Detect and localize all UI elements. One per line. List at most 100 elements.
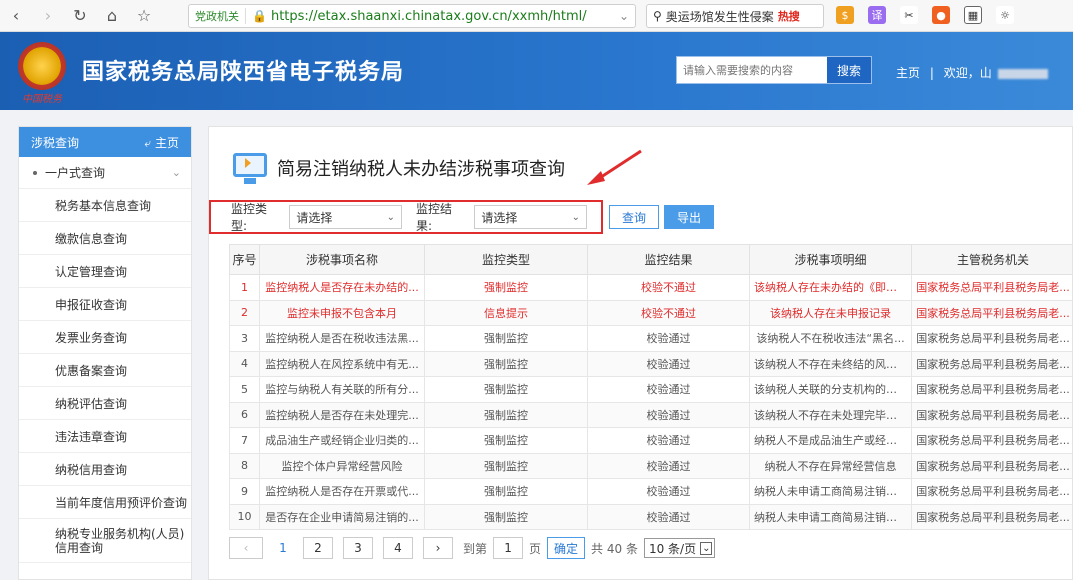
table-cell: 监控纳税人是否存在未处理完...	[259, 401, 425, 428]
page-size-select[interactable]: 10 条/页 ⌄	[643, 538, 716, 558]
table-row[interactable]: 4 监控纳税人在风控系统中有无... 强制监控 校验通过 该纳税人不存在未终结的风险..…	[229, 350, 1072, 377]
page-unit-label: 页	[529, 541, 542, 556]
sidebar-item[interactable]: 违法违章查询	[19, 420, 191, 453]
sidebar-item[interactable]: 纳税专业服务机构(人员)信用查询	[19, 519, 191, 563]
page-number-button[interactable]: 2	[303, 537, 333, 559]
dropdown-icon[interactable]: ⌄	[619, 9, 629, 23]
page-number-button[interactable]: 4	[383, 537, 413, 559]
monitor-type-select[interactable]: 请选择 ⌄	[289, 205, 402, 229]
table-cell: 8	[229, 452, 260, 479]
column-header: 涉税事项明细	[749, 244, 912, 275]
table-row[interactable]: 5 监控与纳税人有关联的所有分... 强制监控 校验通过 该纳税人关联的分支机构的登..…	[229, 376, 1072, 403]
page-number-button[interactable]: 1	[273, 537, 293, 559]
table-cell: 2	[229, 299, 260, 326]
refresh-icon[interactable]: ↻	[64, 0, 96, 32]
table-cell: 国家税务总局平利县税务局老...	[911, 478, 1072, 505]
table-cell: 校验通过	[587, 325, 750, 352]
table-row[interactable]: 7 成品油生产或经销企业归类的... 强制监控 校验通过 纳税人不是成品油生产或经销..…	[229, 427, 1072, 454]
welcome-text: 欢迎，山	[943, 66, 992, 80]
translate-extension-icon[interactable]: 译	[868, 6, 886, 24]
site-header: 中国税务 国家税务总局陕西省电子税务局 搜索 主页 | 欢迎，山	[0, 32, 1073, 110]
site-search-input[interactable]	[677, 57, 827, 83]
table-cell: 该纳税人存在未办结的《即办...	[749, 274, 912, 301]
table-cell: 1	[229, 274, 260, 301]
goto-label: 到第	[463, 541, 488, 556]
goto-page-input[interactable]: 1	[493, 537, 524, 559]
brightness-icon[interactable]: ☼	[996, 6, 1014, 24]
chevron-down-icon: ⌄	[171, 166, 181, 179]
table-cell: 成品油生产或经销企业归类的...	[259, 427, 425, 454]
address-bar[interactable]: 党政机关 🔒 https://etax.shaanxi.chinatax.gov…	[188, 4, 636, 28]
page-heading: 简易注销纳税人未办结涉税事项查询	[231, 151, 565, 185]
back-arrow-icon: ⤶	[144, 135, 152, 150]
table-cell: 5	[229, 376, 260, 403]
site-search-button[interactable]: 搜索	[827, 57, 871, 83]
monitor-icon	[231, 151, 269, 185]
table-cell: 纳税人未申请工商简易注销，...	[749, 503, 912, 530]
sidebar-item[interactable]: 发票业务查询	[19, 321, 191, 354]
site-title: 国家税务总局陕西省电子税务局	[82, 60, 405, 85]
home-link[interactable]: 主页	[896, 66, 920, 80]
grid-apps-icon[interactable]: ▦	[964, 6, 982, 24]
column-header: 监控结果	[587, 244, 750, 275]
page-number-button[interactable]: 3	[343, 537, 373, 559]
table-cell: 强制监控	[424, 274, 588, 301]
table-cell: 监控纳税人在风控系统中有无...	[259, 350, 425, 377]
table-body: 1 监控纳税人是否存在未办结的... 强制监控 校验不通过 该纳税人存在未办结的《即办.…	[229, 274, 1072, 530]
page-title: 简易注销纳税人未办结涉税事项查询	[277, 159, 565, 180]
table-cell: 国家税务总局平利县税务局老...	[911, 376, 1072, 403]
browser-search-box[interactable]: ⚲ 奥运场馆发生性侵案 热搜	[646, 4, 824, 28]
column-header: 主管税务机关	[911, 244, 1072, 275]
table-row[interactable]: 8 监控个体户异常经营风险 强制监控 校验通过 纳税人不存在异常经营信息 国家税务总局平利…	[229, 452, 1072, 479]
table-cell: 强制监控	[424, 325, 588, 352]
table-row[interactable]: 2 监控未申报不包含本月 信息提示 校验不通过 该纳税人存在未申报记录 国家税务总局平利县…	[229, 299, 1072, 326]
table-cell: 监控纳税人是否存在未办结的...	[259, 274, 425, 301]
lock-icon: 🔒	[252, 9, 267, 23]
table-cell: 强制监控	[424, 478, 588, 505]
sidebar-item[interactable]: 认定管理查询	[19, 255, 191, 288]
sidebar-item[interactable]: 缴款信息查询	[19, 222, 191, 255]
table-cell: 校验通过	[587, 376, 750, 403]
table-row[interactable]: 10 是否存在企业申请简易注销的... 强制监控 校验通过 纳税人未申请工商简易注销，.…	[229, 503, 1072, 530]
extension-icons: $ 译 ✂ ● ▦ ☼	[836, 6, 1014, 24]
table-cell: 强制监控	[424, 503, 588, 530]
table-cell: 6	[229, 401, 260, 428]
chevron-down-icon: ⌄	[700, 541, 713, 555]
table-row[interactable]: 9 监控纳税人是否存在开票或代... 强制监控 校验通过 纳税人未申请工商简易注销，..…	[229, 478, 1072, 505]
back-icon[interactable]: ‹	[0, 0, 32, 32]
table-cell: 国家税务总局平利县税务局老...	[911, 401, 1072, 428]
bookmark-star-icon[interactable]: ☆	[128, 0, 160, 32]
total-count: 共 40 条	[591, 541, 638, 556]
table-cell: 4	[229, 350, 260, 377]
game-extension-icon[interactable]: ●	[932, 6, 950, 24]
table-row[interactable]: 1 监控纳税人是否存在未办结的... 强制监控 校验不通过 该纳税人存在未办结的《即办.…	[229, 274, 1072, 301]
sidebar-item[interactable]: 纳税信用查询	[19, 453, 191, 486]
column-header: 序号	[229, 244, 260, 275]
chevron-down-icon: ⌄	[386, 211, 395, 223]
url-text: https://etax.shaanxi.chinatax.gov.cn/xxm…	[270, 8, 587, 24]
shield-extension-icon[interactable]: $	[836, 6, 854, 24]
home-icon[interactable]: ⌂	[96, 0, 128, 32]
sidebar-item[interactable]: 申报征收查询	[19, 288, 191, 321]
query-button[interactable]: 查询	[609, 205, 659, 229]
column-header: 监控类型	[424, 244, 588, 275]
scissors-icon[interactable]: ✂	[900, 6, 918, 24]
next-page-button[interactable]: ›	[423, 537, 453, 559]
sidebar: 涉税查询 ⤶ 主页 一户式查询 ⌄ 税务基本信息查询 缴款信息查询 认定管理查询…	[18, 126, 192, 580]
table-row[interactable]: 3 监控纳税人是否在税收违法黑... 强制监控 校验通过 该纳税人不在税收违法“黑名..…	[229, 325, 1072, 352]
table-cell: 国家税务总局平利县税务局老...	[911, 452, 1072, 479]
table-row[interactable]: 6 监控纳税人是否存在未处理完... 强制监控 校验通过 该纳税人不存在未处理完毕的..…	[229, 401, 1072, 428]
sidebar-item[interactable]: 优惠备案查询	[19, 354, 191, 387]
sidebar-item[interactable]: 当前年度信用预评价查询	[19, 486, 191, 519]
prev-page-button[interactable]: ‹	[229, 537, 263, 559]
monitor-result-select[interactable]: 请选择 ⌄	[474, 205, 587, 229]
sidebar-item[interactable]: 纳税评估查询	[19, 387, 191, 420]
sidebar-home-link[interactable]: ⤶ 主页	[144, 134, 179, 151]
sidebar-item[interactable]: 税务基本信息查询	[19, 189, 191, 222]
forward-icon[interactable]: ›	[32, 0, 64, 32]
table-cell: 国家税务总局平利县税务局老...	[911, 503, 1072, 530]
sidebar-group-one-stop-query[interactable]: 一户式查询 ⌄	[19, 157, 191, 189]
goto-confirm-button[interactable]: 确定	[547, 537, 586, 559]
table-cell: 校验通过	[587, 350, 750, 377]
export-button[interactable]: 导出	[664, 205, 714, 229]
